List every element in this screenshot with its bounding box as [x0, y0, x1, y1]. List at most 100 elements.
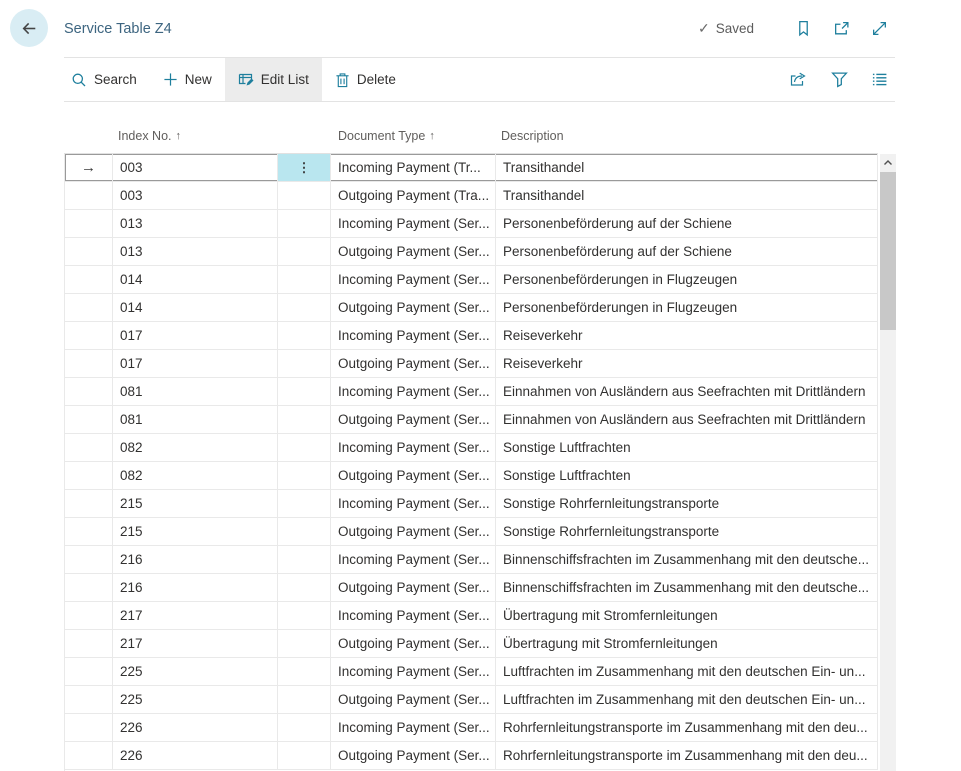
index-no-cell[interactable]: 226: [113, 742, 278, 769]
document-type-cell[interactable]: Outgoing Payment (Ser...: [331, 686, 496, 713]
row-options-cell[interactable]: ⋮: [278, 518, 331, 545]
description-cell[interactable]: Personenbeförderung auf der Schiene: [496, 210, 878, 237]
index-no-cell[interactable]: 226: [113, 714, 278, 741]
open-in-window-button[interactable]: [831, 18, 852, 39]
row-options-cell[interactable]: ⋮: [278, 182, 331, 209]
show-list-button[interactable]: [869, 69, 890, 90]
row-selector-cell[interactable]: →: [65, 378, 113, 405]
document-type-cell[interactable]: Incoming Payment (Ser...: [331, 434, 496, 461]
table-row[interactable]: → 014 ⋮ Outgoing Payment (Ser... Persone…: [65, 294, 878, 322]
document-type-cell[interactable]: Outgoing Payment (Ser...: [331, 238, 496, 265]
row-options-cell[interactable]: ⋮: [278, 490, 331, 517]
row-selector-cell[interactable]: →: [65, 546, 113, 573]
row-options-cell[interactable]: ⋮: [278, 154, 331, 181]
row-selector-cell[interactable]: →: [65, 182, 113, 209]
index-no-cell[interactable]: 217: [113, 602, 278, 629]
document-type-cell[interactable]: Outgoing Payment (Ser...: [331, 350, 496, 377]
table-row[interactable]: → 226 ⋮ Incoming Payment (Ser... Rohrfer…: [65, 714, 878, 742]
share-button[interactable]: [788, 69, 810, 90]
row-options-cell[interactable]: ⋮: [278, 294, 331, 321]
index-no-cell[interactable]: 225: [113, 686, 278, 713]
row-selector-cell[interactable]: →: [65, 210, 113, 237]
document-type-cell[interactable]: Incoming Payment (Ser...: [331, 658, 496, 685]
index-no-cell[interactable]: 013: [113, 238, 278, 265]
column-header-index-no[interactable]: Index No. ↑: [118, 129, 181, 143]
row-options-cell[interactable]: ⋮: [278, 322, 331, 349]
table-row[interactable]: → 217 ⋮ Incoming Payment (Ser... Übertra…: [65, 602, 878, 630]
description-cell[interactable]: Reiseverkehr: [496, 322, 878, 349]
index-no-cell[interactable]: 003: [113, 182, 278, 209]
row-options-cell[interactable]: ⋮: [278, 714, 331, 741]
table-row[interactable]: → 215 ⋮ Outgoing Payment (Ser... Sonstig…: [65, 518, 878, 546]
description-cell[interactable]: Personenbeförderungen in Flugzeugen: [496, 266, 878, 293]
row-selector-cell[interactable]: →: [65, 602, 113, 629]
document-type-cell[interactable]: Incoming Payment (Tr...: [331, 154, 496, 181]
expand-button[interactable]: [869, 18, 890, 39]
document-type-cell[interactable]: Outgoing Payment (Ser...: [331, 574, 496, 601]
vertical-scrollbar[interactable]: [880, 154, 896, 771]
description-cell[interactable]: Transithandel: [496, 182, 878, 209]
table-row[interactable]: → 013 ⋮ Incoming Payment (Ser... Persone…: [65, 210, 878, 238]
column-header-description[interactable]: Description: [501, 129, 564, 143]
row-selector-cell[interactable]: →: [65, 462, 113, 489]
row-selector-cell[interactable]: →: [65, 574, 113, 601]
row-selector-cell[interactable]: →: [65, 742, 113, 769]
description-cell[interactable]: Binnenschiffsfrachten im Zusammenhang mi…: [496, 574, 878, 601]
table-row[interactable]: → 017 ⋮ Outgoing Payment (Ser... Reiseve…: [65, 350, 878, 378]
description-cell[interactable]: Übertragung mit Stromfernleitungen: [496, 602, 878, 629]
description-cell[interactable]: Luftfrachten im Zusammenhang mit den deu…: [496, 658, 878, 685]
description-cell[interactable]: Einnahmen von Ausländern aus Seefrachten…: [496, 378, 878, 405]
document-type-cell[interactable]: Outgoing Payment (Ser...: [331, 294, 496, 321]
row-selector-cell[interactable]: →: [65, 434, 113, 461]
row-options-cell[interactable]: ⋮: [278, 546, 331, 573]
table-row[interactable]: → 216 ⋮ Incoming Payment (Ser... Binnens…: [65, 546, 878, 574]
document-type-cell[interactable]: Incoming Payment (Ser...: [331, 602, 496, 629]
row-selector-cell[interactable]: →: [65, 630, 113, 657]
document-type-cell[interactable]: Incoming Payment (Ser...: [331, 714, 496, 741]
scrollbar-thumb[interactable]: [880, 172, 896, 330]
index-no-cell[interactable]: 082: [113, 434, 278, 461]
index-no-cell[interactable]: 082: [113, 462, 278, 489]
row-options-cell[interactable]: ⋮: [278, 574, 331, 601]
filter-button[interactable]: [829, 69, 850, 90]
row-selector-cell[interactable]: →: [65, 294, 113, 321]
table-row[interactable]: → 003 ⋮ Incoming Payment (Tr... Transith…: [65, 154, 878, 182]
table-row[interactable]: → 215 ⋮ Incoming Payment (Ser... Sonstig…: [65, 490, 878, 518]
description-cell[interactable]: Sonstige Rohrfernleitungstransporte: [496, 518, 878, 545]
table-row[interactable]: → 013 ⋮ Outgoing Payment (Ser... Persone…: [65, 238, 878, 266]
document-type-cell[interactable]: Outgoing Payment (Ser...: [331, 742, 496, 769]
row-options-cell[interactable]: ⋮: [278, 742, 331, 769]
table-row[interactable]: → 003 ⋮ Outgoing Payment (Tra... Transit…: [65, 182, 878, 210]
index-no-cell[interactable]: 225: [113, 658, 278, 685]
row-options-cell[interactable]: ⋮: [278, 686, 331, 713]
table-row[interactable]: → 225 ⋮ Outgoing Payment (Ser... Luftfra…: [65, 686, 878, 714]
document-type-cell[interactable]: Incoming Payment (Ser...: [331, 266, 496, 293]
row-selector-cell[interactable]: →: [65, 238, 113, 265]
row-selector-cell[interactable]: →: [65, 658, 113, 685]
index-no-cell[interactable]: 216: [113, 546, 278, 573]
document-type-cell[interactable]: Outgoing Payment (Ser...: [331, 462, 496, 489]
row-options-cell[interactable]: ⋮: [278, 378, 331, 405]
delete-button[interactable]: Delete: [322, 58, 409, 101]
index-no-cell[interactable]: 217: [113, 630, 278, 657]
description-cell[interactable]: Sonstige Rohrfernleitungstransporte: [496, 490, 878, 517]
table-row[interactable]: → 017 ⋮ Incoming Payment (Ser... Reiseve…: [65, 322, 878, 350]
index-no-cell[interactable]: 215: [113, 518, 278, 545]
index-no-cell[interactable]: 014: [113, 266, 278, 293]
column-header-document-type[interactable]: Document Type ↑: [338, 129, 435, 143]
row-selector-cell[interactable]: →: [65, 154, 113, 181]
row-options-cell[interactable]: ⋮: [278, 602, 331, 629]
row-selector-cell[interactable]: →: [65, 490, 113, 517]
row-selector-cell[interactable]: →: [65, 322, 113, 349]
row-options-cell[interactable]: ⋮: [278, 266, 331, 293]
row-options-cell[interactable]: ⋮: [278, 210, 331, 237]
index-no-cell[interactable]: 017: [113, 350, 278, 377]
description-cell[interactable]: Personenbeförderungen in Flugzeugen: [496, 294, 878, 321]
row-selector-cell[interactable]: →: [65, 406, 113, 433]
description-cell[interactable]: Einnahmen von Ausländern aus Seefrachten…: [496, 406, 878, 433]
document-type-cell[interactable]: Outgoing Payment (Ser...: [331, 406, 496, 433]
row-options-cell[interactable]: ⋮: [278, 406, 331, 433]
index-no-cell[interactable]: 216: [113, 574, 278, 601]
row-options-cell[interactable]: ⋮: [278, 658, 331, 685]
table-row[interactable]: → 081 ⋮ Outgoing Payment (Ser... Einnahm…: [65, 406, 878, 434]
